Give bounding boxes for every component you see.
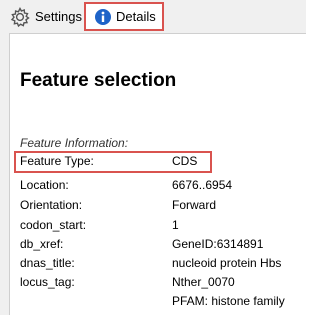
info-row-location: Location: 6676..6954 [20,178,304,196]
page-title: Feature selection [20,70,177,91]
info-value: GeneID:6314891 [172,237,264,251]
gear-icon [9,6,31,28]
info-key: codon_start: [20,218,87,232]
info-value: 1 [172,218,179,232]
info-row-dnas-title: dnas_title: nucleoid protein Hbs [20,256,304,274]
info-key: Feature Type: [20,154,94,168]
details-panel: Feature selection Feature Information: F… [9,33,306,315]
tab-bar: Settings Details [0,0,306,33]
info-row-codon-start: codon_start: 1 [20,218,304,236]
info-key: Location: [20,178,69,192]
info-row-db-xref: db_xref: GeneID:6314891 [20,237,304,255]
tab-details[interactable]: Details [84,2,164,31]
info-row-feature-type: Feature Type: CDS [20,154,304,172]
info-row-orientation: Orientation: Forward [20,198,304,216]
info-value-continuation: PFAM: histone family [172,294,285,308]
info-key: locus_tag: [20,275,75,289]
section-title: Feature Information: [20,136,129,150]
info-value: Forward [172,198,217,212]
tab-settings-label: Settings [35,9,82,24]
info-value: nucleoid protein Hbs [172,256,282,270]
tab-settings[interactable]: Settings [3,2,83,31]
info-row-locus-tag: locus_tag: Nther_0070 [20,275,304,293]
info-value: 6676..6954 [172,178,233,192]
info-key: dnas_title: [20,256,75,270]
details-window: Settings Details Feature selection Featu… [0,0,306,315]
info-icon [94,8,112,26]
tab-details-label: Details [116,9,156,24]
info-value: Nther_0070 [172,275,235,289]
info-key: db_xref: [20,237,64,251]
info-key: Orientation: [20,198,83,212]
info-value: CDS [172,154,198,168]
